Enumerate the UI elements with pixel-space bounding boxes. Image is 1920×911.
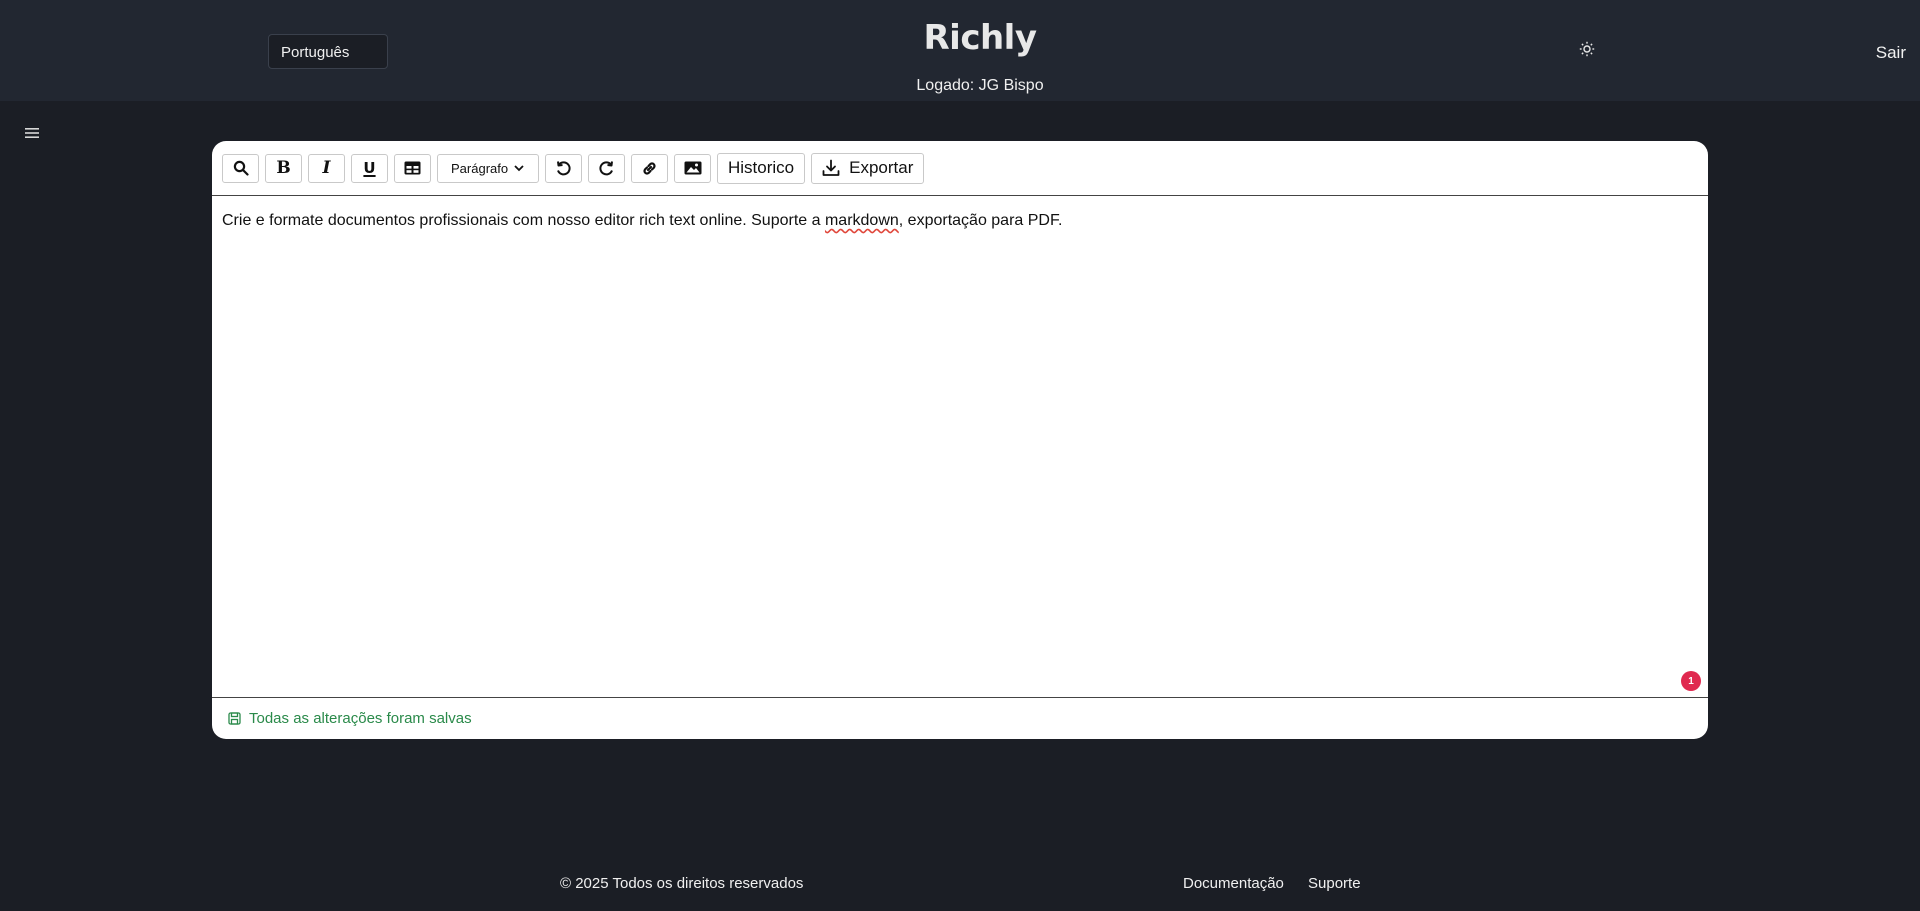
export-button-label: Exportar — [849, 158, 914, 177]
footer-copyright: © 2025 Todos os direitos reservados — [560, 875, 804, 892]
sidebar-menu-button[interactable] — [22, 123, 42, 143]
save-status-bar: Todas as alterações foram salvas — [212, 697, 1708, 739]
export-button[interactable]: Exportar — [811, 152, 925, 184]
italic-button[interactable]: I — [308, 153, 345, 183]
table-icon — [404, 161, 421, 175]
content-text-tail: , exportação para PDF. — [898, 212, 1063, 229]
content-text: Crie e formate documentos profissionais … — [222, 212, 825, 229]
spellcheck-issue-badge[interactable]: 1 — [1681, 671, 1701, 691]
bold-button[interactable]: B — [265, 153, 302, 183]
bold-icon: B — [276, 158, 291, 178]
underline-icon: U — [363, 159, 376, 177]
save-status-text: Todas as alterações foram salvas — [249, 710, 472, 727]
table-button[interactable] — [394, 153, 431, 183]
hamburger-icon — [25, 128, 39, 138]
history-button[interactable]: Historico — [717, 152, 806, 184]
italic-icon: I — [322, 158, 331, 178]
block-format-select[interactable]: Parágrafo — [437, 153, 539, 183]
block-format-value: Parágrafo — [451, 160, 509, 176]
editor-toolbar: B I U Parágrafo Historico Exportar — [212, 141, 1708, 196]
logged-in-user: Logado: JG Bispo — [916, 77, 1044, 94]
image-icon — [684, 161, 701, 175]
misspelled-word: markdown — [824, 212, 899, 229]
editor-content-area[interactable]: Crie e formate documentos profissionais … — [222, 211, 1698, 231]
sun-icon — [1579, 41, 1595, 57]
image-button[interactable] — [674, 153, 711, 183]
theme-toggle-button[interactable] — [1575, 37, 1599, 61]
redo-icon — [599, 160, 613, 175]
history-button-label: Historico — [728, 158, 795, 177]
chevron-down-icon — [514, 164, 524, 171]
undo-icon — [557, 160, 571, 175]
editor-card: B I U Parágrafo Historico Exportar Crie … — [212, 141, 1708, 739]
footer-support-link[interactable]: Suporte — [1308, 875, 1361, 892]
link-icon — [643, 161, 656, 175]
brand-title: Richly — [923, 18, 1037, 58]
undo-button[interactable] — [545, 153, 582, 183]
redo-button[interactable] — [588, 153, 625, 183]
underline-button[interactable]: U — [351, 153, 388, 183]
top-header: Português Richly Logado: JG Bispo Sair — [0, 0, 1920, 101]
save-icon — [228, 712, 241, 725]
footer-docs-link[interactable]: Documentação — [1183, 875, 1284, 892]
download-icon — [822, 159, 840, 176]
logout-button[interactable]: Sair — [1876, 43, 1906, 63]
search-button[interactable] — [222, 153, 259, 183]
search-icon — [233, 160, 249, 176]
link-button[interactable] — [631, 153, 668, 183]
